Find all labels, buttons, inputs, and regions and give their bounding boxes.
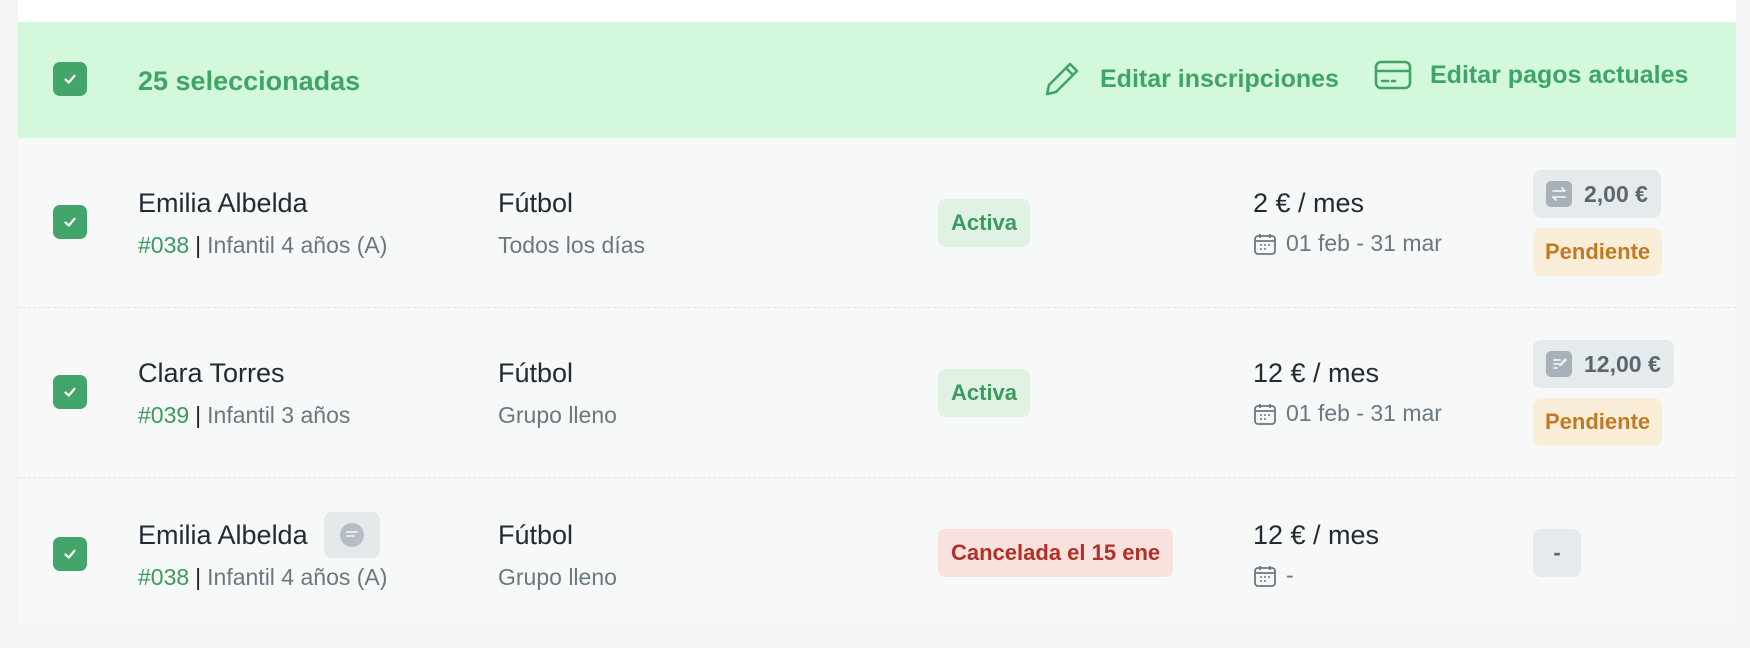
price: 12 € / mes	[1253, 520, 1380, 550]
date-range: 01 feb - 31 mar	[1253, 400, 1442, 427]
status-badge: Activa	[938, 199, 1031, 247]
transfer-icon	[1546, 181, 1572, 207]
date-range-text: 01 feb - 31 mar	[1286, 230, 1442, 256]
edit-enrollments-button[interactable]: Editar inscripciones	[1042, 59, 1339, 99]
student-meta: #038 | Infantil 4 años (A)	[138, 564, 388, 590]
edit-payments-button[interactable]: Editar pagos actuales	[1374, 59, 1688, 91]
student-code: #038	[138, 564, 190, 590]
activity-schedule: Todos los días	[498, 232, 646, 258]
student-code: #038	[138, 232, 190, 258]
price: 12 € / mes	[1253, 358, 1380, 388]
table-row[interactable]: Emilia Albelda #038 | Infantil 4 años (A) …	[18, 138, 1736, 308]
student-name: Clara Torres	[138, 358, 285, 388]
payment-amount[interactable]: 12,00 €	[1533, 340, 1674, 388]
student-name: Emilia Albelda	[138, 188, 308, 218]
student-code: #039	[138, 402, 190, 428]
selected-count: 25 seleccionadas	[138, 66, 361, 96]
date-range-text: -	[1286, 562, 1294, 588]
row-checkbox[interactable]	[53, 205, 87, 239]
date-range: 01 feb - 31 mar	[1253, 230, 1442, 257]
check-icon	[64, 549, 76, 559]
comment-button[interactable]	[323, 512, 380, 558]
activity-schedule: Grupo lleno	[498, 402, 617, 428]
edit-payments-label: Editar pagos actuales	[1430, 60, 1689, 89]
row-checkbox[interactable]	[53, 375, 87, 409]
check-icon	[64, 74, 76, 84]
student-meta: #039 | Infantil 3 años	[138, 402, 351, 428]
date-range-text: 01 feb - 31 mar	[1286, 400, 1442, 426]
payment-amount[interactable]: 2,00 €	[1533, 170, 1661, 218]
student-group: Infantil 3 años	[207, 402, 351, 428]
edit-document-icon	[1546, 351, 1572, 377]
check-icon	[64, 217, 76, 227]
activity-schedule: Grupo lleno	[498, 564, 617, 590]
activity-name: Fútbol	[498, 358, 574, 388]
activity-name: Fútbol	[498, 188, 574, 218]
activity-name: Fútbol	[498, 520, 574, 550]
row-checkbox[interactable]	[53, 537, 87, 571]
selection-bar: 25 seleccionadas Editar inscripciones Ed…	[18, 22, 1736, 138]
student-group: Infantil 4 años (A)	[207, 564, 388, 590]
status-badge: Cancelada el 15 ene	[938, 529, 1174, 577]
table-row[interactable]: Clara Torres #039 | Infantil 3 años Fútbol…	[18, 308, 1736, 478]
payment-amount-text: 2,00 €	[1584, 180, 1648, 207]
enrollments-panel: 25 seleccionadas Editar inscripciones Ed…	[18, 0, 1736, 624]
status-badge: Activa	[938, 369, 1031, 417]
price: 2 € / mes	[1253, 188, 1365, 218]
top-strip	[18, 0, 1736, 22]
payment-status-badge: Pendiente	[1533, 398, 1663, 446]
payment-status-badge: Pendiente	[1533, 228, 1663, 276]
select-all-checkbox[interactable]	[53, 62, 87, 96]
student-name: Emilia Albelda	[138, 519, 308, 550]
payment-empty-chip: -	[1533, 529, 1581, 577]
date-range: -	[1253, 562, 1294, 589]
calendar-icon	[1254, 233, 1276, 255]
student-meta: #038 | Infantil 4 años (A)	[138, 232, 388, 258]
comment-icon	[339, 523, 364, 547]
edit-enrollments-label: Editar inscripciones	[1100, 64, 1339, 93]
card-icon	[1374, 60, 1412, 90]
calendar-icon	[1254, 565, 1276, 587]
payment-amount-text: 12,00 €	[1584, 350, 1661, 377]
check-icon	[64, 387, 76, 397]
pencil-icon	[1045, 62, 1079, 96]
table-row[interactable]: Emilia Albelda #038 | Infantil 4 años (A) …	[18, 478, 1736, 648]
student-group: Infantil 4 años (A)	[207, 232, 388, 258]
student-name-wrap: Emilia Albelda	[138, 512, 380, 558]
calendar-icon	[1254, 403, 1276, 425]
